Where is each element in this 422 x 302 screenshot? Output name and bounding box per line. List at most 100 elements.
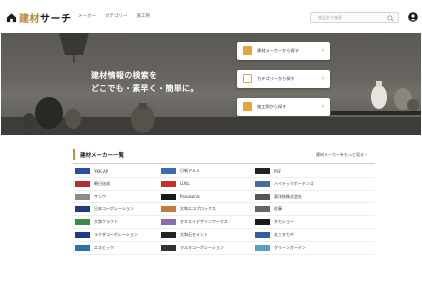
maker-logo (161, 168, 176, 174)
maker-link[interactable]: サンワ (75, 191, 175, 203)
maker-name: エスビック (94, 244, 114, 250)
maker-name: 日新アルミ (180, 168, 200, 173)
card-label: 建材メーカーから探す (257, 48, 299, 53)
section-accent-bar (73, 149, 75, 160)
hero-subheadline: どこでも・素早く・簡単に。 (91, 84, 199, 93)
card-label: 施工例から探す (257, 104, 287, 109)
maker-logo (255, 219, 270, 226)
maker-link[interactable]: 佐藤 (255, 203, 355, 215)
hero-background-image (1, 33, 421, 135)
section-divider (73, 163, 375, 164)
maker-row: YKK AP 日新アルミ PSF (73, 165, 375, 178)
maker-name: 東洋紡株式会社 (274, 193, 302, 199)
site-logo[interactable]: 建材サーチ (6, 10, 72, 25)
maker-row: サンワ Panasonic 東洋紡株式会社 (73, 191, 375, 204)
maker-link[interactable]: 日本コーポレーション (75, 203, 175, 215)
maker-list-more-link[interactable]: 建材メーカーをもっと見る › (316, 152, 367, 158)
card-label: カテゴリーから探す (257, 76, 295, 81)
search-input[interactable]: 商品名で検索 (310, 12, 399, 23)
hero-banner: 建材情報の検索を どこでも・素早く・簡単に。 建材メーカーから探す › カテゴリ… (1, 33, 421, 135)
maker-name: PSF (274, 168, 282, 174)
maker-logo (161, 180, 176, 187)
maker-name: 大和クラフト (94, 219, 118, 225)
maker-logo (75, 231, 90, 238)
house-icon (6, 12, 17, 22)
maker-logo (75, 206, 90, 213)
maker-name: ハイテックボーデンズ (274, 180, 314, 186)
maker-logo (255, 206, 270, 213)
chevron-right-icon: › (321, 46, 324, 54)
maker-name: グリーンガーデン (274, 244, 306, 250)
maker-name: 丸三タカギ (274, 231, 294, 237)
maker-name: ラクダコーポレーション (94, 231, 138, 237)
maker-link[interactable]: タカショー (255, 216, 355, 228)
maker-logo (75, 180, 90, 187)
maker-logo (255, 244, 270, 251)
factory-icon (243, 46, 252, 55)
maker-name: 大和エコプロックス (180, 206, 216, 212)
maker-logo (75, 244, 90, 251)
maker-name: セキスイデザインワークス (180, 219, 228, 225)
maker-logo (161, 231, 176, 238)
maker-logo (75, 219, 90, 226)
maker-row: 朝日化成 LIXIL ハイテックボーデンズ (73, 178, 375, 191)
maker-row: 大和クラフト セキスイデザインワークス タカショー (73, 216, 375, 229)
maker-link[interactable]: 大和石セメント (161, 229, 261, 241)
maker-link[interactable]: セキスイデザインワークス (161, 216, 261, 228)
user-icon[interactable] (408, 12, 418, 22)
maker-link[interactable]: 東洋紡株式会社 (255, 191, 355, 203)
maker-name: マルキコーポレーション (180, 244, 224, 250)
maker-name: タカショー (274, 219, 294, 225)
case-search-card[interactable]: 施工例から探す › (237, 98, 330, 116)
nav-item-maker[interactable]: メーカー (78, 13, 96, 19)
chevron-right-icon: › (321, 74, 324, 82)
maker-row: ラクダコーポレーション 大和石セメント 丸三タカギ (73, 229, 375, 242)
category-icon (243, 74, 252, 83)
maker-link[interactable]: Panasonic (161, 191, 261, 203)
maker-logo (161, 206, 176, 213)
maker-link[interactable]: LIXIL (161, 178, 261, 190)
maker-name: Panasonic (180, 194, 201, 200)
maker-name: LIXIL (180, 181, 190, 187)
maker-logo (255, 180, 270, 187)
maker-link[interactable]: 朝日化成 (75, 178, 175, 190)
maker-logo (161, 244, 176, 251)
maker-link[interactable]: 丸三タカギ (255, 229, 355, 241)
nav-item-case[interactable]: 施工例 (137, 13, 151, 19)
maker-link[interactable]: ラクダコーポレーション (75, 229, 175, 241)
maker-link[interactable]: エスビック (75, 242, 175, 254)
search-icon[interactable] (387, 14, 394, 22)
maker-link[interactable]: マルキコーポレーション (161, 242, 261, 254)
maker-logo (75, 168, 90, 174)
nav-item-category[interactable]: カテゴリー (105, 13, 128, 19)
maker-name: 大和石セメント (180, 231, 208, 237)
maker-link[interactable]: YKK AP (75, 165, 175, 177)
maker-link[interactable]: グリーンガーデン (255, 242, 355, 254)
maker-name: YKK AP (94, 168, 109, 174)
maker-row: エスビック マルキコーポレーション グリーンガーデン (73, 242, 375, 255)
maker-logo (161, 219, 176, 226)
site-header: 建材サーチ メーカー カテゴリー 施工例 商品名で検索 (0, 0, 422, 34)
maker-name: 日本コーポレーション (94, 206, 134, 212)
maker-logo (161, 193, 176, 200)
search-placeholder: 商品名で検索 (318, 15, 342, 20)
logo-wordmark: 建材サーチ (19, 13, 72, 25)
maker-logo (255, 168, 270, 174)
maker-list-title: 建材メーカー一覧 (80, 153, 125, 159)
maker-link[interactable]: 日新アルミ (161, 165, 261, 177)
maker-link[interactable]: 大和クラフト (75, 216, 175, 228)
maker-link[interactable]: ハイテックボーデンズ (255, 178, 355, 190)
maker-link[interactable]: 大和エコプロックス (161, 203, 261, 215)
maker-name: 佐藤 (274, 206, 282, 212)
maker-grid: YKK AP 日新アルミ PSF 朝日化成 LIXIL ハイテックボーデンズサンワ Pana… (73, 165, 375, 255)
maker-logo (75, 193, 90, 200)
maker-logo (255, 193, 270, 200)
chevron-right-icon: › (321, 102, 324, 110)
maker-row: 日本コーポレーション 大和エコプロックス 佐藤 (73, 203, 375, 217)
maker-name: サンワ (94, 193, 106, 199)
photo-icon (243, 102, 252, 111)
hero-headline: 建材情報の検索を (91, 71, 158, 80)
maker-search-card[interactable]: 建材メーカーから探す › (237, 42, 330, 60)
maker-link[interactable]: PSF (255, 165, 355, 177)
category-search-card[interactable]: カテゴリーから探す › (237, 70, 330, 88)
